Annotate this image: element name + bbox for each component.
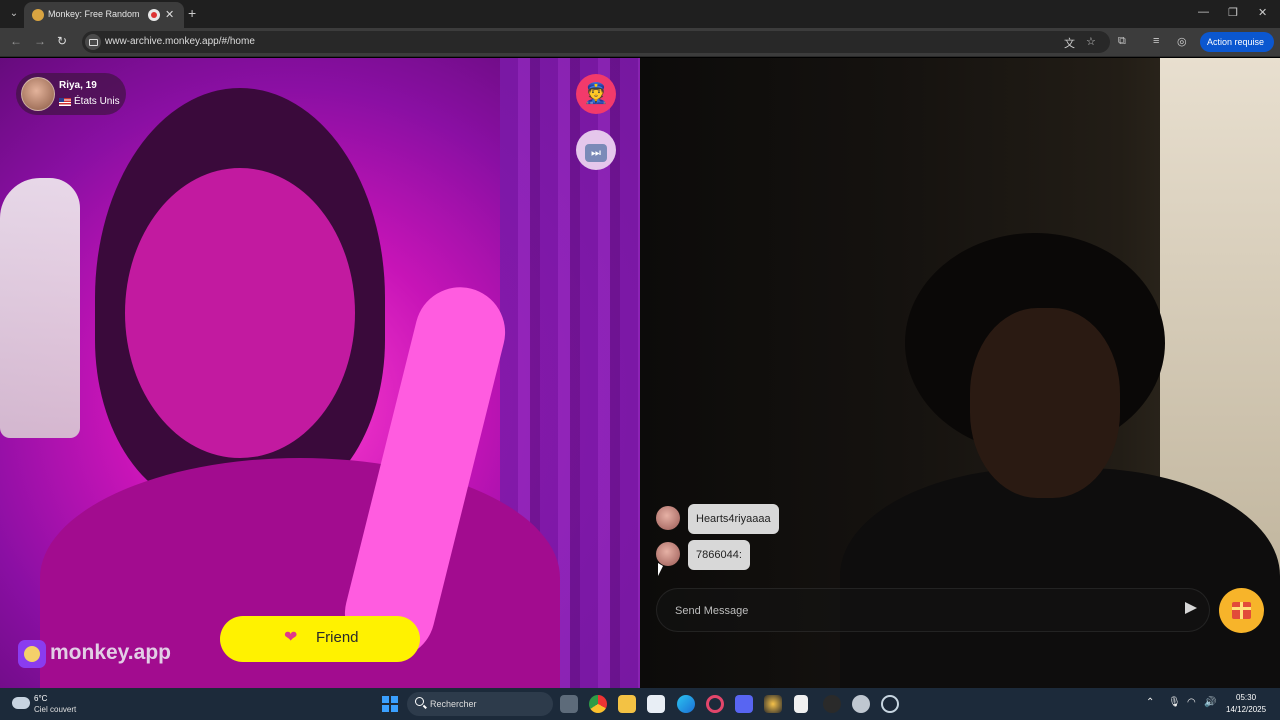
- gift-button[interactable]: [1219, 588, 1264, 633]
- bookmark-star-icon[interactable]: ☆: [1086, 35, 1096, 48]
- window-close-icon[interactable]: ✕: [1258, 6, 1267, 19]
- avatar[interactable]: [21, 77, 55, 111]
- weather-temp[interactable]: 6°C: [34, 694, 47, 703]
- heart-icon: ❤: [284, 629, 298, 646]
- windows-start-icon[interactable]: [382, 696, 398, 712]
- new-tab-button[interactable]: +: [188, 5, 196, 21]
- minimize-icon[interactable]: —: [1198, 6, 1209, 18]
- chat-bubble: Hearts4riyaaaa: [688, 504, 779, 534]
- obs-icon[interactable]: [823, 695, 841, 713]
- translate-icon[interactable]: 文: [1064, 35, 1075, 51]
- extensions-icon[interactable]: ⧉: [1118, 35, 1126, 48]
- back-icon[interactable]: ←: [10, 34, 22, 48]
- forward-icon[interactable]: →: [34, 34, 46, 48]
- chrome-icon[interactable]: [589, 695, 607, 713]
- file-explorer-icon[interactable]: [618, 695, 636, 713]
- search-label: Rechercher: [430, 699, 477, 709]
- document-icon[interactable]: [794, 695, 808, 713]
- browser-toolbar: ← → ↻ www-archive.monkey.app/#/home 文 ☆ …: [0, 28, 1280, 67]
- plush-toy: [0, 178, 80, 438]
- send-icon[interactable]: [1185, 602, 1197, 614]
- microphone-icon[interactable]: 🎙: [1168, 697, 1181, 708]
- edge-icon[interactable]: [677, 695, 695, 713]
- volume-icon[interactable]: 🔊: [1204, 697, 1216, 708]
- tab-search-icon[interactable]: ⌄: [6, 6, 22, 22]
- monkey-logo-icon: [18, 640, 46, 668]
- friend-button[interactable]: ❤ Friend: [220, 616, 420, 662]
- mouse-cursor-icon: [658, 563, 663, 576]
- video-chat-stage: Riya, 19 États Unis 👮 ⏭ monkey.app ❤ Fri…: [0, 58, 1280, 688]
- profile-icon[interactable]: ◎: [1177, 35, 1187, 48]
- browser-tab[interactable]: Monkey: Free Random Video Chat ✕: [24, 2, 184, 28]
- brand-name: monkey.app: [50, 641, 171, 664]
- chat-bubble: 7866044:: [688, 540, 750, 570]
- address-bar[interactable]: www-archive.monkey.app/#/home 文 ☆: [82, 31, 1110, 53]
- partner-country: États Unis: [74, 96, 120, 107]
- search-icon: [415, 697, 424, 706]
- site-info-icon[interactable]: [85, 34, 101, 50]
- message-input[interactable]: [675, 603, 1155, 619]
- partner-profile-pill[interactable]: Riya, 19 États Unis: [16, 73, 126, 115]
- clock-date[interactable]: 14/12/2025: [1226, 705, 1266, 714]
- skip-button[interactable]: ⏭: [576, 130, 616, 170]
- self-body: [840, 468, 1280, 688]
- police-officer-icon: 👮: [583, 83, 609, 105]
- windows-taskbar: 6°C Ciel couvert Rechercher ⌃ 🎙 ◠ 🔊 05:3…: [0, 688, 1280, 720]
- monkey-favicon-icon: [32, 9, 44, 21]
- friend-label: Friend: [316, 629, 359, 646]
- discord-icon[interactable]: [735, 695, 753, 713]
- reload-icon[interactable]: ↻: [57, 34, 67, 48]
- taskbar-search[interactable]: Rechercher: [407, 692, 553, 716]
- weather-desc[interactable]: Ciel couvert: [34, 705, 76, 714]
- avatar: [656, 506, 680, 530]
- microsoft-store-icon[interactable]: [647, 695, 665, 713]
- media-controls-icon[interactable]: ≡: [1153, 35, 1159, 47]
- us-flag-icon: [59, 98, 71, 106]
- steam-icon[interactable]: [881, 695, 899, 713]
- brand-watermark: monkey.app: [18, 640, 188, 670]
- skip-forward-icon: ⏭: [585, 144, 607, 162]
- tab-title: Monkey: Free Random Video Chat: [48, 9, 142, 19]
- recording-indicator-icon[interactable]: [148, 9, 160, 21]
- tab-close-icon[interactable]: ✕: [165, 8, 174, 21]
- tray-overflow-icon[interactable]: ⌃: [1146, 697, 1154, 708]
- game-app-icon[interactable]: [764, 695, 782, 713]
- url-text[interactable]: www-archive.monkey.app/#/home: [105, 36, 255, 47]
- report-button[interactable]: 👮: [576, 74, 616, 114]
- partner-face: [125, 168, 355, 458]
- action-required-label: Action requise: [1207, 37, 1265, 47]
- opera-icon[interactable]: [706, 695, 724, 713]
- browser-tabstrip: ⌄ Monkey: Free Random Video Chat ✕ + — ❐…: [0, 0, 1280, 28]
- cloud-icon[interactable]: [12, 697, 30, 709]
- self-face: [970, 308, 1120, 498]
- task-view-icon[interactable]: [560, 695, 578, 713]
- gift-icon: [1232, 602, 1251, 619]
- app-icon[interactable]: [852, 695, 870, 713]
- wifi-icon[interactable]: ◠: [1187, 697, 1196, 708]
- partner-video: [0, 58, 640, 688]
- partner-name: Riya, 19: [59, 80, 97, 91]
- action-required-button[interactable]: Action requise ⋮: [1200, 32, 1274, 67]
- clock-time[interactable]: 05:30: [1236, 693, 1256, 702]
- restore-icon[interactable]: ❐: [1228, 6, 1238, 19]
- message-composer[interactable]: [656, 588, 1210, 632]
